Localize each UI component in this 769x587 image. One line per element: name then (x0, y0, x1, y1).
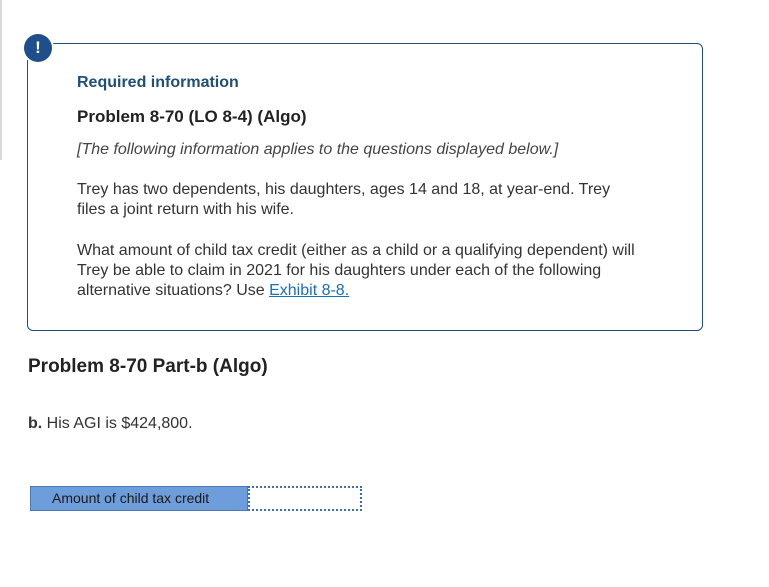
exhibit-link[interactable]: Exhibit 8-8. (269, 282, 349, 299)
question-letter: b. (28, 415, 43, 432)
left-edge-divider (0, 0, 2, 160)
answer-row: Amount of child tax credit (30, 486, 362, 511)
child-tax-credit-input[interactable] (248, 486, 362, 511)
question-paragraph: What amount of child tax credit (either … (77, 241, 647, 301)
scenario-paragraph: Trey has two dependents, his daughters, … (77, 181, 611, 218)
question-paragraph-text: What amount of child tax credit (either … (77, 242, 635, 299)
problem-title: Problem 8-70 (LO 8-4) (Algo) (77, 107, 307, 126)
part-title: Problem 8-70 Part-b (Algo) (28, 356, 268, 377)
answer-label: Amount of child tax credit (30, 486, 248, 511)
part-question: b. His AGI is $424,800. (28, 415, 193, 433)
question-text: His AGI is $424,800. (42, 415, 193, 432)
instruction-note: [The following information applies to th… (77, 141, 559, 158)
required-information-heading: Required information (77, 74, 239, 91)
exclamation-icon: ! (24, 34, 52, 62)
